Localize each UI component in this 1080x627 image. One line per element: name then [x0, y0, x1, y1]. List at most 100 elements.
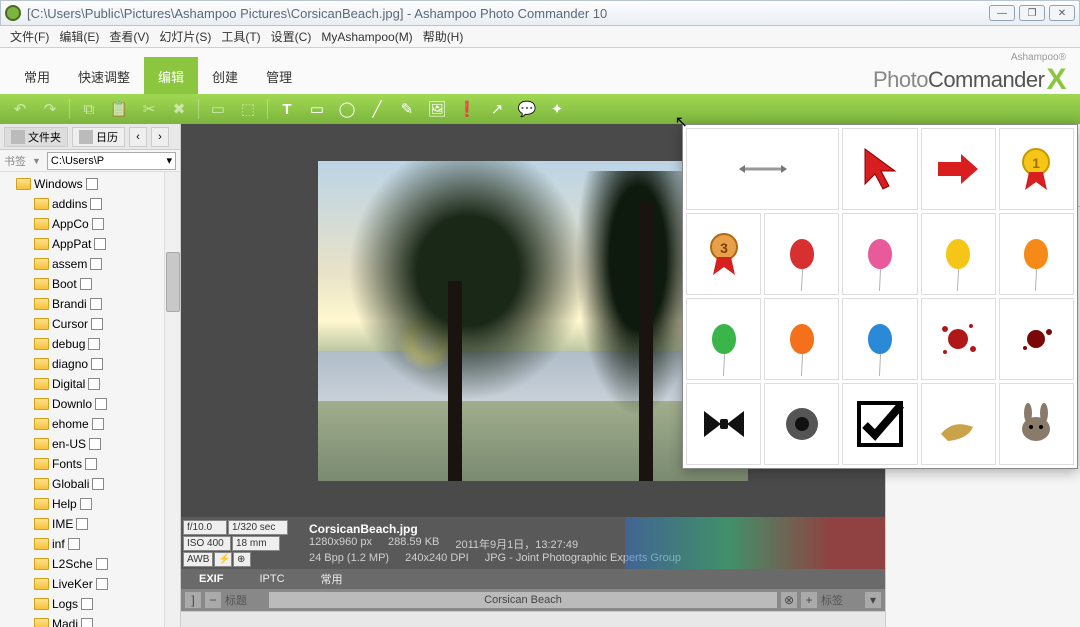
sticker-donkey[interactable]	[999, 383, 1074, 465]
sticker-smear[interactable]	[921, 383, 996, 465]
tree-item[interactable]: LiveKer	[6, 574, 180, 594]
menu-help[interactable]: 帮助(H)	[423, 28, 464, 45]
tree-checkbox[interactable]	[85, 458, 97, 470]
tree-item[interactable]: Cursor	[6, 314, 180, 334]
tag-add-button[interactable]: +	[801, 592, 817, 608]
tree-checkbox[interactable]	[91, 318, 103, 330]
sidebar-nav-next[interactable]: ›	[151, 127, 169, 147]
crop-rect-button[interactable]: ▭	[204, 97, 232, 121]
sidebar-tab-calendar[interactable]: 日历	[72, 127, 125, 147]
tree-item[interactable]: Brandi	[6, 294, 180, 314]
sticker-bullet-hole[interactable]	[764, 383, 839, 465]
menu-settings[interactable]: 设置(C)	[271, 28, 312, 45]
sticker-balloon-pink[interactable]	[842, 213, 917, 295]
tree-item[interactable]: Help	[6, 494, 180, 514]
tree-item[interactable]: AppCo	[6, 214, 180, 234]
menu-view[interactable]: 查看(V)	[109, 28, 149, 45]
sticker-balloon-green[interactable]	[686, 298, 761, 380]
tree-item[interactable]: Boot	[6, 274, 180, 294]
line-tool[interactable]: ╱	[363, 97, 391, 121]
meta-tab-iptc[interactable]: IPTC	[241, 569, 302, 589]
tree-checkbox[interactable]	[90, 198, 102, 210]
maximize-button[interactable]: ❐	[1019, 5, 1045, 21]
callout-tool[interactable]: ❗	[453, 97, 481, 121]
tree-scrollbar[interactable]	[164, 172, 180, 627]
tab-edit[interactable]: 编辑	[144, 57, 198, 94]
sticker-checkmark[interactable]	[842, 383, 917, 465]
tree-checkbox[interactable]	[76, 518, 88, 530]
meta-tab-common[interactable]: 常用	[303, 569, 361, 589]
speech-tool[interactable]: 💬	[513, 97, 541, 121]
meta-tab-exif[interactable]: EXIF	[181, 569, 241, 589]
tree-checkbox[interactable]	[94, 238, 106, 250]
path-input[interactable]: C:\Users\P▾	[47, 152, 176, 170]
tab-common[interactable]: 常用	[10, 57, 64, 94]
tree-checkbox[interactable]	[92, 418, 104, 430]
redo-button[interactable]: ↷	[36, 97, 64, 121]
sticker-balloon-orange[interactable]	[999, 213, 1074, 295]
tree-checkbox[interactable]	[92, 478, 104, 490]
tree-checkbox[interactable]	[90, 258, 102, 270]
tab-manage[interactable]: 管理	[252, 57, 306, 94]
menu-myashampoo[interactable]: MyAshampoo(M)	[321, 30, 412, 44]
delete-button[interactable]: ✖	[165, 97, 193, 121]
tree-checkbox[interactable]	[89, 438, 101, 450]
sidebar-tab-folders[interactable]: 文件夹	[4, 127, 68, 147]
tree-item[interactable]: IME	[6, 514, 180, 534]
menu-slideshow[interactable]: 幻灯片(S)	[159, 28, 211, 45]
tree-checkbox[interactable]	[96, 578, 108, 590]
sticker-balloon-orange2[interactable]	[764, 298, 839, 380]
crop-free-button[interactable]: ⬚	[234, 97, 262, 121]
tree-item[interactable]: L2Sche	[6, 554, 180, 574]
tree-item[interactable]: en-US	[6, 434, 180, 454]
tag-dropdown-button[interactable]: ▾	[865, 592, 881, 608]
sticker-double-arrow[interactable]	[686, 128, 839, 210]
sticker-balloon-yellow[interactable]	[921, 213, 996, 295]
tree-checkbox[interactable]	[81, 598, 93, 610]
tree-checkbox[interactable]	[90, 298, 102, 310]
sticker-medal-gold-1[interactable]: 1	[999, 128, 1074, 210]
paste-button[interactable]: 📋	[105, 97, 133, 121]
tree-checkbox[interactable]	[91, 358, 103, 370]
menu-tools[interactable]: 工具(T)	[221, 28, 260, 45]
menu-edit[interactable]: 编辑(E)	[59, 28, 99, 45]
rectangle-tool[interactable]: ▭	[303, 97, 331, 121]
tree-item[interactable]: Downlo	[6, 394, 180, 414]
tree-checkbox[interactable]	[80, 498, 92, 510]
tree-checkbox[interactable]	[88, 338, 100, 350]
brush-tool[interactable]: ✎	[393, 97, 421, 121]
sidebar-nav-prev[interactable]: ‹	[129, 127, 147, 147]
tree-checkbox[interactable]	[88, 378, 100, 390]
ellipse-tool[interactable]: ◯	[333, 97, 361, 121]
sticker-splat-dark[interactable]	[999, 298, 1074, 380]
text-tool[interactable]: T	[273, 97, 301, 121]
horizontal-scrollbar[interactable]	[181, 611, 885, 627]
tree-item[interactable]: assem	[6, 254, 180, 274]
tree-checkbox[interactable]	[81, 618, 93, 627]
tree-item[interactable]: Globali	[6, 474, 180, 494]
tree-item[interactable]: Digital	[6, 374, 180, 394]
tree-item[interactable]: ehome	[6, 414, 180, 434]
image-tool[interactable]: 🖼	[423, 97, 451, 121]
bookmarks-label[interactable]: 书签	[4, 153, 26, 169]
tree-item[interactable]: diagno	[6, 354, 180, 374]
tag-expand-button[interactable]: ]	[185, 592, 201, 608]
sticker-cursor-red[interactable]	[842, 128, 917, 210]
sticker-medal-bronze-3[interactable]: 3	[686, 213, 761, 295]
tree-item[interactable]: inf	[6, 534, 180, 554]
minimize-button[interactable]: —	[989, 5, 1015, 21]
undo-button[interactable]: ↶	[6, 97, 34, 121]
tree-checkbox[interactable]	[68, 538, 80, 550]
tree-item[interactable]: debug	[6, 334, 180, 354]
exif-more-icon[interactable]: ⊕	[233, 552, 251, 567]
sticker-balloon-blue[interactable]	[842, 298, 917, 380]
tree-item[interactable]: Windows	[6, 174, 180, 194]
copy-button[interactable]: ⧉	[75, 97, 103, 121]
arrow-tool[interactable]: ↗	[483, 97, 511, 121]
sticker-tool[interactable]: ✦	[543, 97, 571, 121]
tree-checkbox[interactable]	[96, 558, 108, 570]
menu-file[interactable]: 文件(F)	[10, 28, 49, 45]
tree-item[interactable]: AppPat	[6, 234, 180, 254]
tag-clear-button[interactable]: ⊗	[781, 592, 797, 608]
tag-minus-button[interactable]: −	[205, 592, 221, 608]
